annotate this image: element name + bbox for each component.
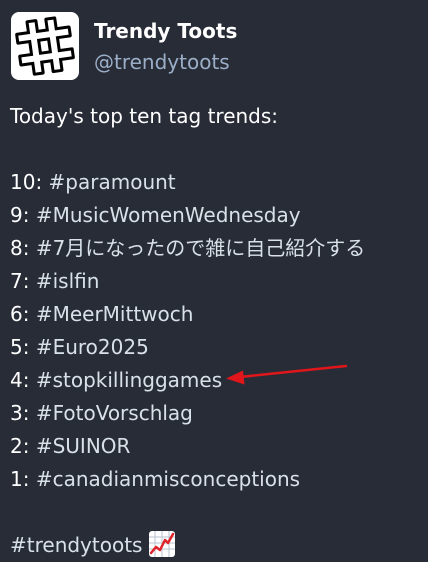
trend-line: 9: #MusicWomenWednesday [10,199,420,232]
trend-line: 5: #Euro2025 [10,331,420,364]
hashtag-link[interactable]: #SUINOR [36,434,131,458]
hashtag-link[interactable]: #canadianmisconceptions [36,467,300,491]
hashtag-link[interactable]: #stopkillinggames [36,368,222,392]
footer-line: #trendytoots [10,529,420,562]
trend-rank: 9: [10,203,30,227]
hashtag-link[interactable]: #Euro2025 [36,335,149,359]
trend-line: 7: #islfin [10,265,420,298]
trend-line: 6: #MeerMittwoch [10,298,420,331]
post-intro: Today's top ten tag trends: [10,104,279,128]
status-post: Trendy Toots @trendytoots Today's top te… [0,0,428,560]
post-header: Trendy Toots @trendytoots [11,12,237,80]
footer-hashtag-link[interactable]: #trendytoots [10,533,142,557]
trend-rank: 6: [10,302,30,326]
account-handle[interactable]: @trendytoots [94,49,237,75]
trend-rank: 8: [10,236,30,260]
display-name[interactable]: Trendy Toots [94,18,237,44]
chart-increasing-icon [149,531,176,557]
hashtag-icon [15,16,75,76]
trend-rank: 10: [10,170,43,194]
trend-line: 3: #FotoVorschlag [10,397,420,430]
trend-rank: 7: [10,269,30,293]
trend-line: 10: #paramount [10,166,420,199]
trend-line: 2: #SUINOR [10,430,420,463]
hashtag-link[interactable]: #islfin [36,269,100,293]
avatar[interactable] [11,12,79,80]
account-names: Trendy Toots @trendytoots [94,12,237,75]
trend-rank: 5: [10,335,30,359]
trend-rank: 4: [10,368,30,392]
trend-line: 4: #stopkillinggames [10,364,420,397]
hashtag-link[interactable]: #FotoVorschlag [36,401,193,425]
post-content: Today's top ten tag trends: 10: #paramou… [10,100,420,562]
trend-rank: 1: [10,467,30,491]
hashtag-link[interactable]: #paramount [49,170,176,194]
hashtag-link[interactable]: #MeerMittwoch [36,302,194,326]
hashtag-link[interactable]: #MusicWomenWednesday [36,203,301,227]
trend-rank: 2: [10,434,30,458]
trend-rank: 3: [10,401,30,425]
trend-line: 8: #7月になったので雑に自己紹介する [10,232,420,265]
hashtag-link[interactable]: #7月になったので雑に自己紹介する [36,236,365,260]
trend-line: 1: #canadianmisconceptions [10,463,420,496]
